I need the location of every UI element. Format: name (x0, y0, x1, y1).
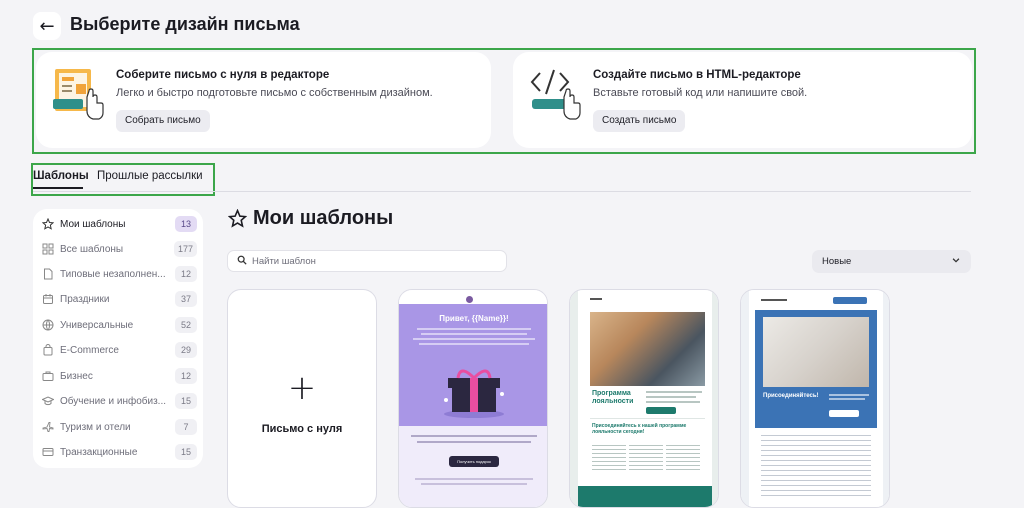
chevron-down-icon (951, 255, 961, 268)
count-badge: 52 (175, 317, 197, 333)
build-email-button[interactable]: Собрать письмо (116, 110, 210, 132)
template-photo (590, 312, 705, 386)
star-icon (228, 209, 247, 228)
tabs-divider (33, 191, 971, 192)
template-heading: Программа лояльности (592, 390, 634, 405)
back-button[interactable]: ← (33, 12, 61, 40)
template-tile-loyalty[interactable]: Программа лояльности Присоединяйтесь к н… (569, 289, 719, 508)
count-badge: 13 (175, 216, 197, 232)
sidebar-item-education[interactable]: Обучение и инфобиз... 15 (41, 391, 197, 411)
blank-template-tile[interactable]: + Письмо с нуля (227, 289, 377, 508)
tab-templates[interactable]: Шаблоны (33, 170, 89, 182)
create-email-button[interactable]: Создать письмо (593, 110, 686, 132)
template-photo (763, 317, 869, 387)
count-badge: 15 (175, 444, 197, 460)
sidebar-item-label: Туризм и отели (60, 421, 131, 433)
count-badge: 7 (175, 419, 197, 435)
sort-value: Новые (822, 256, 852, 267)
template-tile-greeting[interactable]: Привет, {{Name}}! Получить подарок (398, 289, 548, 508)
count-badge: 15 (175, 393, 197, 409)
visual-editor-icon (53, 69, 104, 120)
template-cta-label: Получить подарок (457, 459, 491, 464)
sidebar-item-label: Универсальные (60, 319, 134, 331)
section-title-text: Мои шаблоны (253, 207, 394, 229)
receipt-icon (41, 445, 55, 459)
visual-editor-title: Соберите письмо с нуля в редакторе (116, 69, 330, 81)
sidebar-item-label: Мои шаблоны (60, 218, 126, 230)
visual-editor-subtitle: Легко и быстро подготовьте письмо с собс… (116, 87, 433, 99)
sidebar-item-label: Транзакционные (60, 446, 138, 458)
gift-icon (444, 369, 504, 418)
template-cta-button: Получить подарок (449, 456, 499, 467)
sidebar-item-all-templates[interactable]: Все шаблоны 177 (41, 239, 197, 259)
sidebar-item-business[interactable]: Бизнес 12 (41, 366, 197, 386)
count-badge: 29 (175, 342, 197, 358)
arrow-left-icon: ← (39, 15, 55, 37)
bag-icon (41, 343, 55, 357)
sidebar-item-label: E-Commerce (60, 344, 119, 356)
plus-icon: + (287, 367, 317, 408)
sidebar-item-label: Праздники (60, 293, 110, 305)
star-icon (41, 217, 55, 231)
sidebar-item-travel[interactable]: Туризм и отели 7 (41, 417, 197, 437)
page-title: Выберите дизайн письма (70, 14, 300, 34)
search-icon (237, 255, 247, 268)
globe-icon (41, 318, 55, 332)
blank-template-label: Письмо с нуля (261, 422, 343, 435)
grid-icon (41, 242, 55, 256)
html-code-icon (530, 69, 581, 120)
template-preview: Присоединяйтесь! (741, 290, 889, 507)
template-heading: Присоединяйтесь! (763, 393, 819, 399)
graduation-cap-icon (41, 394, 55, 408)
visual-editor-card[interactable]: Соберите письмо с нуля в редакторе Легко… (36, 52, 491, 148)
sidebar-item-ecommerce[interactable]: E-Commerce 29 (41, 340, 197, 360)
sidebar-item-universal[interactable]: Универсальные 52 (41, 315, 197, 335)
template-preview: Привет, {{Name}}! Получить подарок (399, 290, 547, 507)
html-editor-subtitle: Вставьте готовый код или напишите свой. (593, 87, 808, 99)
html-editor-card[interactable]: Создайте письмо в HTML-редакторе Вставьт… (513, 52, 972, 148)
template-heading: Привет, {{Name}}! (439, 314, 509, 323)
count-badge: 12 (175, 266, 197, 282)
active-tab-indicator (33, 187, 83, 189)
sidebar-item-label: Типовые незаполнен... (60, 268, 166, 280)
briefcase-icon (41, 369, 55, 383)
count-badge: 12 (175, 368, 197, 384)
count-badge: 37 (175, 291, 197, 307)
calendar-icon (41, 292, 55, 306)
template-tile-join[interactable]: Присоединяйтесь! (740, 289, 890, 508)
sidebar-item-label: Обучение и инфобиз... (60, 395, 167, 407)
sidebar-item-label: Все шаблоны (60, 243, 124, 255)
tab-past-campaigns[interactable]: Прошлые рассылки (97, 170, 203, 182)
count-badge: 177 (173, 241, 197, 257)
template-subheading: Присоединяйтесь к нашей программе лояльн… (592, 423, 687, 435)
html-editor-title: Создайте письмо в HTML-редакторе (593, 69, 801, 81)
avatar (466, 296, 473, 303)
sidebar-item-transactional[interactable]: Транзакционные 15 (41, 442, 197, 462)
sidebar-item-label: Бизнес (60, 370, 93, 382)
sidebar-item-my-templates[interactable]: Мои шаблоны 13 (41, 214, 197, 234)
template-preview: Программа лояльности Присоединяйтесь к н… (570, 290, 718, 507)
sort-select[interactable]: Новые (812, 250, 971, 273)
template-search[interactable] (227, 250, 507, 272)
sidebar-item-blank-templates[interactable]: Типовые незаполнен... 12 (41, 264, 197, 284)
airplane-icon (41, 420, 55, 434)
document-icon (41, 267, 55, 281)
sidebar-item-holidays[interactable]: Праздники 37 (41, 289, 197, 309)
sidebar: Мои шаблоны 13 Все шаблоны 177 Типовые н… (33, 209, 203, 468)
section-title: Мои шаблоны (228, 207, 393, 230)
search-input[interactable] (252, 255, 482, 267)
